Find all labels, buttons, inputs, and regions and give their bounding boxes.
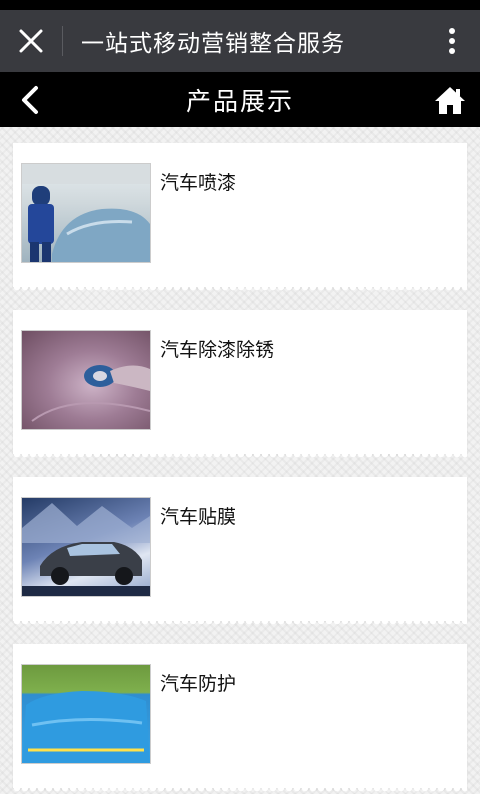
product-card[interactable]: 汽车喷漆: [13, 143, 467, 293]
wechat-title-bar: 一站式移动营销整合服务: [0, 10, 480, 72]
product-thumbnail: [21, 163, 151, 263]
product-title: 汽车贴膜: [160, 506, 237, 528]
more-vertical-icon: [449, 28, 455, 54]
product-title: 汽车除漆除锈: [160, 339, 275, 361]
product-card[interactable]: 汽车除漆除锈: [13, 310, 467, 460]
wechat-page-title: 一站式移动营销整合服务: [81, 31, 345, 57]
product-thumbnail: [21, 330, 151, 430]
chevron-left-icon: [22, 85, 38, 114]
close-icon: [19, 29, 43, 53]
product-title: 汽车防护: [160, 673, 237, 695]
back-button[interactable]: [0, 72, 60, 127]
more-options-button[interactable]: [424, 10, 480, 72]
product-thumbnail: [21, 664, 151, 764]
product-title: 汽车喷漆: [160, 172, 237, 194]
product-thumbnail: [21, 497, 151, 597]
page-title: 产品展示: [185, 86, 294, 116]
home-icon: [434, 86, 465, 114]
title-divider: [62, 26, 63, 56]
status-bar: [0, 0, 480, 10]
page-header: 产品展示: [0, 72, 480, 127]
home-button[interactable]: [420, 72, 480, 127]
product-card[interactable]: 汽车防护: [13, 644, 467, 794]
close-button[interactable]: [0, 10, 62, 72]
product-card[interactable]: 汽车贴膜: [13, 477, 467, 627]
